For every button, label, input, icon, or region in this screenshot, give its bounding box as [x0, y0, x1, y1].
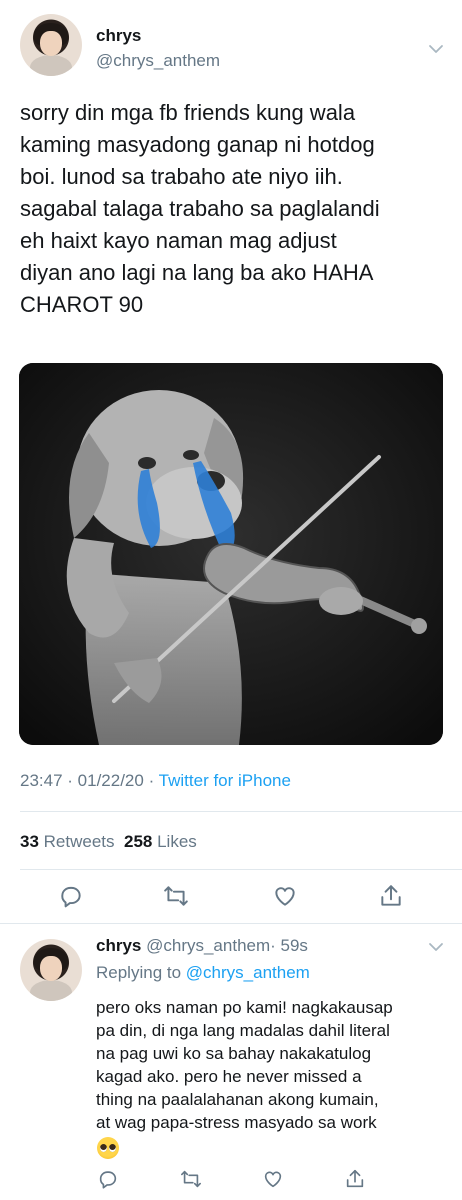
- retweets-count: 33: [20, 832, 39, 851]
- heart-sticker-icon: ♥: [22, 940, 29, 952]
- likes-count: 258: [123, 832, 153, 851]
- reply-author-avatar[interactable]: ♥: [20, 939, 82, 1001]
- likes-label: Likes: [157, 832, 197, 851]
- chevron-down-icon[interactable]: [428, 941, 444, 953]
- reply-header[interactable]: chrys @chrys_anthem· 59s: [96, 936, 308, 956]
- author-name[interactable]: chrys: [96, 26, 141, 46]
- tweet-source-link[interactable]: Twitter for iPhone: [159, 771, 291, 790]
- replying-to: Replying to @chrys_anthem: [96, 963, 310, 982]
- author-avatar[interactable]: ♥: [20, 14, 82, 76]
- heart-sticker-icon: ♥: [22, 15, 29, 27]
- retweet-icon[interactable]: [163, 883, 189, 909]
- tweet-media-image[interactable]: [19, 363, 443, 745]
- divider: [20, 811, 462, 812]
- crying-dog-violin-meme-image: [19, 363, 443, 745]
- author-handle[interactable]: @chrys_anthem: [96, 51, 220, 71]
- heart-icon[interactable]: [262, 1168, 284, 1190]
- reply-author-name[interactable]: chrys: [96, 936, 141, 955]
- divider: [20, 869, 462, 870]
- reply-icon[interactable]: [58, 883, 84, 909]
- reply-icon[interactable]: [97, 1168, 119, 1190]
- chevron-down-icon[interactable]: [428, 43, 444, 55]
- reply-text: pero oks naman po kami! nagkakausap pa d…: [96, 998, 393, 1132]
- divider: [0, 923, 462, 924]
- reply-author-handle[interactable]: @chrys_anthem: [146, 936, 270, 955]
- share-icon[interactable]: [344, 1168, 366, 1190]
- retweets-label: Retweets: [43, 832, 115, 851]
- heart-icon[interactable]: [272, 883, 298, 909]
- tweet-text: sorry din mga fb friends kung wala kamin…: [20, 100, 380, 317]
- share-icon[interactable]: [378, 883, 404, 909]
- tweet-timestamp: 23:47 · 01/22/20 · Twitter for iPhone: [20, 771, 291, 790]
- tweet-stats[interactable]: 33 Retweets 258 Likes: [20, 832, 197, 852]
- pleading-face-emoji-icon: [97, 1137, 119, 1159]
- retweet-icon[interactable]: [180, 1168, 202, 1190]
- replying-to-link[interactable]: @chrys_anthem: [186, 963, 310, 982]
- reply-age: · 59s: [270, 936, 308, 955]
